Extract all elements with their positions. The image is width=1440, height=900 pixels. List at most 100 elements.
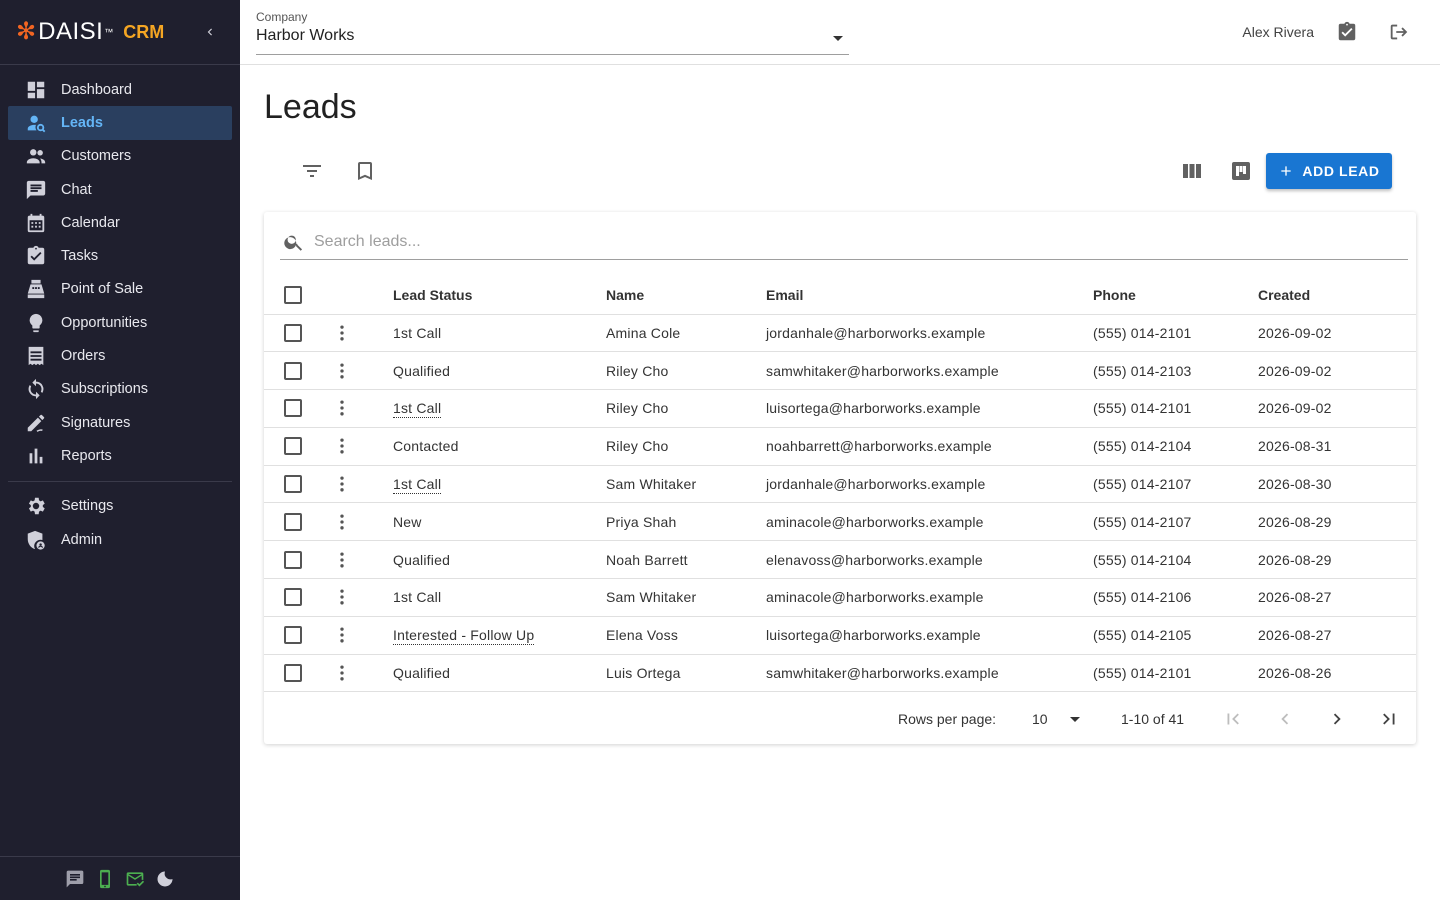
sidebar-item-dashboard[interactable]: Dashboard <box>8 73 232 106</box>
sms-icon[interactable] <box>64 868 86 890</box>
row-menu-button[interactable] <box>330 585 354 609</box>
column-header-lead-status[interactable]: Lead Status <box>393 276 606 314</box>
row-checkbox[interactable] <box>284 475 302 494</box>
add-lead-button[interactable]: ADD LEAD <box>1266 153 1392 189</box>
rows-per-page-select[interactable]: 10 <box>1032 703 1088 735</box>
lead-status[interactable]: Interested - Follow Up <box>393 627 535 646</box>
email-cell: noahbarrett@harborworks.example <box>766 426 1093 466</box>
lead-status[interactable]: Contacted <box>393 438 459 454</box>
row-menu-button[interactable] <box>330 510 354 534</box>
plus-icon <box>1281 166 1292 176</box>
leads-table: Lead Status Name Email Phone Created 1st… <box>264 276 1416 693</box>
row-actions-cell <box>321 615 393 655</box>
lead-status[interactable]: 1st Call <box>393 476 442 495</box>
created-cell: 2026-08-27 <box>1258 578 1416 617</box>
name-cell: Riley Cho <box>606 426 766 466</box>
table-row[interactable]: 1st Call Riley Cho luisortega@harborworks.… <box>264 389 1416 428</box>
lead-status[interactable]: New <box>393 514 422 530</box>
row-checkbox[interactable] <box>284 399 302 418</box>
row-checkbox[interactable] <box>284 512 302 531</box>
row-menu-button[interactable] <box>330 623 354 647</box>
table-row[interactable]: 1st Call Sam Whitaker aminacole@harborwork… <box>264 578 1416 617</box>
brand-logo[interactable]: ✻ DAISI ™ CRM <box>0 0 240 64</box>
row-menu-button[interactable] <box>330 472 354 496</box>
chat-icon <box>24 178 48 202</box>
more-vertical-icon <box>340 627 344 643</box>
sidebar-item-signatures[interactable]: Signatures <box>8 406 232 439</box>
sidebar-item-point-of-sale[interactable]: Point of Sale <box>8 273 232 306</box>
first-page-button[interactable] <box>1221 707 1245 731</box>
sidebar-item-chat[interactable]: Chat <box>8 173 232 206</box>
page-range: 1-10 of 41 <box>1121 711 1185 727</box>
sidebar-item-opportunities[interactable]: Opportunities <box>8 306 232 339</box>
saved-views-button[interactable] <box>351 157 379 185</box>
table-row[interactable]: Interested - Follow Up Elena Voss luisorte… <box>264 615 1416 655</box>
lead-status[interactable]: Qualified <box>393 552 450 568</box>
chevron-right-icon <box>1333 713 1341 725</box>
sidebar-item-reports[interactable]: Reports <box>8 439 232 472</box>
sidebar-item-calendar[interactable]: Calendar <box>8 206 232 239</box>
column-header-created[interactable]: Created <box>1258 276 1416 314</box>
row-actions-cell <box>321 540 393 579</box>
table-row[interactable]: Qualified Riley Cho samwhitaker@harborwork… <box>264 351 1416 390</box>
lead-status[interactable]: 1st Call <box>393 325 441 341</box>
table-row[interactable]: 1st Call Amina Cole jordanhale@harborworks… <box>264 313 1416 352</box>
search-icon <box>282 230 306 254</box>
dark-mode-icon[interactable] <box>154 868 176 890</box>
previous-page-button[interactable] <box>1273 707 1297 731</box>
collapse-sidebar-button[interactable] <box>198 20 222 44</box>
column-header-phone[interactable]: Phone <box>1093 276 1258 314</box>
row-checkbox[interactable] <box>284 437 302 456</box>
sidebar-item-admin[interactable]: Admin <box>8 523 232 556</box>
row-checkbox[interactable] <box>284 588 302 607</box>
table-row[interactable]: 1st Call Sam Whitaker jordanhale@harborwor… <box>264 464 1416 503</box>
company-select-label: Company <box>256 10 308 24</box>
sidebar-nav: Dashboard Leads Customers Chat Calendar … <box>0 65 240 556</box>
row-menu-button[interactable] <box>330 548 354 572</box>
row-menu-button[interactable] <box>330 396 354 420</box>
email-icon[interactable] <box>124 868 146 890</box>
row-menu-button[interactable] <box>330 434 354 458</box>
search-input[interactable] <box>314 232 1314 251</box>
lead-status[interactable]: Qualified <box>393 363 450 379</box>
row-menu-button[interactable] <box>330 359 354 383</box>
company-select[interactable]: Company Harbor Works <box>256 10 849 55</box>
tasks-shortcut-button[interactable] <box>1335 20 1359 44</box>
sidebar-item-leads[interactable]: Leads <box>8 106 232 140</box>
row-menu-button[interactable] <box>330 321 354 345</box>
email-cell: samwhitaker@harborworks.example <box>766 351 1093 390</box>
select-all-checkbox[interactable] <box>284 285 302 304</box>
row-checkbox[interactable] <box>284 626 302 645</box>
email-cell: samwhitaker@harborworks.example <box>766 653 1093 693</box>
table-row[interactable]: Contacted Riley Cho noahbarrett@harborwork… <box>264 426 1416 466</box>
table-row[interactable]: Qualified Noah Barrett elenavoss@harborwor… <box>264 540 1416 579</box>
row-checkbox[interactable] <box>284 664 302 683</box>
columns-button[interactable] <box>1178 157 1206 185</box>
created-cell: 2026-09-02 <box>1258 351 1416 390</box>
filter-button[interactable] <box>298 157 326 185</box>
lead-status[interactable]: 1st Call <box>393 400 442 419</box>
row-checkbox[interactable] <box>284 323 302 342</box>
row-menu-button[interactable] <box>330 661 354 685</box>
sidebar-item-label: Orders <box>61 348 106 365</box>
phone-icon[interactable] <box>94 868 116 890</box>
sidebar-item-settings[interactable]: Settings <box>8 490 232 523</box>
logout-button[interactable] <box>1387 20 1411 44</box>
sidebar-item-subscriptions[interactable]: Subscriptions <box>8 373 232 406</box>
sidebar-item-tasks[interactable]: Tasks <box>8 239 232 272</box>
column-header-email[interactable]: Email <box>766 276 1093 314</box>
lead-status[interactable]: 1st Call <box>393 589 441 605</box>
last-page-button[interactable] <box>1377 707 1401 731</box>
sidebar-item-customers[interactable]: Customers <box>8 140 232 173</box>
row-actions-cell <box>321 426 393 466</box>
sidebar-item-orders[interactable]: Orders <box>8 339 232 372</box>
table-row[interactable]: New Priya Shah aminacole@harborworks.examp… <box>264 502 1416 541</box>
row-checkbox[interactable] <box>284 550 302 569</box>
next-page-button[interactable] <box>1325 707 1349 731</box>
lead-status[interactable]: Qualified <box>393 665 450 681</box>
more-vertical-icon <box>340 400 344 416</box>
table-row[interactable]: Qualified Luis Ortega samwhitaker@harborwo… <box>264 653 1416 693</box>
kanban-view-button[interactable] <box>1227 157 1255 185</box>
column-header-name[interactable]: Name <box>606 276 766 314</box>
row-checkbox[interactable] <box>284 361 302 380</box>
